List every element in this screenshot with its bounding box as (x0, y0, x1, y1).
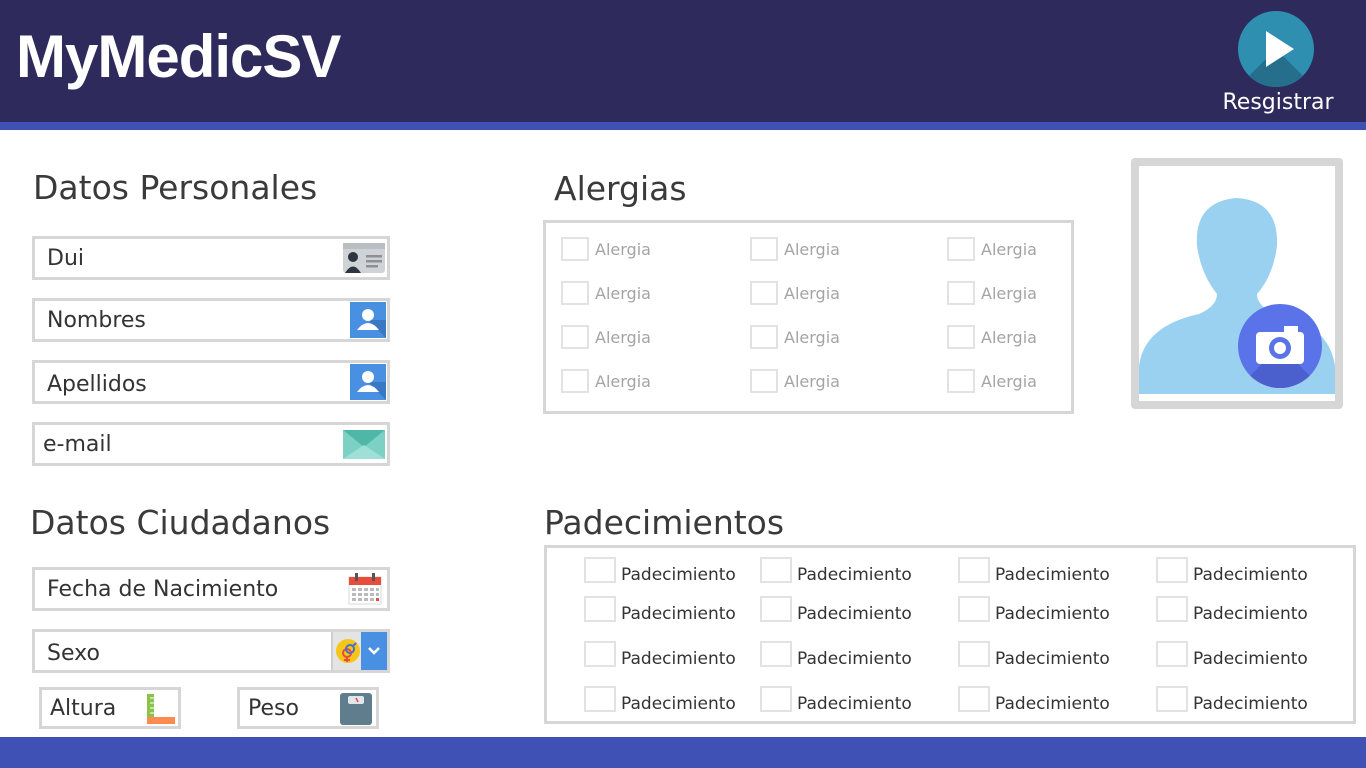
sex-select[interactable]: Sexo (32, 629, 390, 673)
allergy-label: Alergia (981, 284, 1037, 303)
condition-checkbox[interactable] (1156, 686, 1188, 712)
chevron-down-icon[interactable] (361, 632, 387, 670)
condition-checkbox[interactable] (958, 641, 990, 667)
condition-label: Padecimiento (621, 694, 736, 714)
allergy-checkbox[interactable] (561, 369, 589, 393)
play-icon[interactable] (1238, 11, 1314, 87)
email-label: e-mail (43, 432, 112, 457)
camera-icon (1256, 326, 1304, 364)
allergy-checkbox[interactable] (750, 369, 778, 393)
email-field[interactable]: e-mail (32, 422, 390, 466)
condition-checkbox[interactable] (584, 686, 616, 712)
app-header: MyMedicSV Resgistrar (0, 0, 1366, 122)
weight-label: Peso (248, 696, 299, 721)
condition-checkbox[interactable] (958, 557, 990, 583)
allergy-label: Alergia (981, 240, 1037, 259)
envelope-icon (343, 430, 385, 459)
register-label: Resgistrar (1222, 90, 1334, 115)
register-button[interactable]: Resgistrar (1218, 10, 1338, 122)
allergy-checkbox[interactable] (947, 237, 975, 261)
ruler-icon (147, 694, 175, 724)
surnames-label: Apellidos (47, 372, 147, 397)
birthdate-label: Fecha de Nacimiento (47, 577, 279, 602)
allergy-label: Alergia (784, 284, 840, 303)
condition-label: Padecimiento (1193, 604, 1308, 624)
condition-checkbox[interactable] (584, 557, 616, 583)
allergy-checkbox[interactable] (947, 281, 975, 305)
condition-label: Padecimiento (797, 649, 912, 669)
height-label: Altura (50, 696, 117, 721)
condition-checkbox[interactable] (760, 557, 792, 583)
allergy-checkbox[interactable] (561, 237, 589, 261)
height-field[interactable]: Altura (39, 687, 181, 729)
condition-label: Padecimiento (621, 649, 736, 669)
allergy-label: Alergia (595, 240, 651, 259)
condition-label: Padecimiento (621, 565, 736, 585)
condition-checkbox[interactable] (958, 596, 990, 622)
condition-checkbox[interactable] (584, 641, 616, 667)
condition-checkbox[interactable] (1156, 596, 1188, 622)
allergy-label: Alergia (784, 328, 840, 347)
condition-label: Padecimiento (797, 694, 912, 714)
camera-button[interactable] (1238, 304, 1322, 388)
gender-icon-frame (331, 632, 361, 670)
condition-label: Padecimiento (995, 604, 1110, 624)
names-field[interactable]: Nombres (32, 298, 390, 342)
allergy-checkbox[interactable] (750, 281, 778, 305)
allergy-checkbox[interactable] (561, 281, 589, 305)
header-stripe (0, 122, 1366, 130)
user-icon (350, 364, 386, 400)
condition-label: Padecimiento (995, 694, 1110, 714)
dui-field[interactable]: Dui (32, 236, 390, 280)
allergy-checkbox[interactable] (750, 325, 778, 349)
condition-checkbox[interactable] (1156, 641, 1188, 667)
user-icon (350, 302, 386, 338)
names-label: Nombres (47, 308, 146, 333)
condition-label: Padecimiento (1193, 565, 1308, 585)
profile-photo[interactable] (1131, 158, 1343, 409)
sex-label: Sexo (47, 641, 100, 666)
birthdate-field[interactable]: Fecha de Nacimiento (32, 567, 390, 611)
condition-label: Padecimiento (1193, 649, 1308, 669)
surnames-field[interactable]: Apellidos (32, 360, 390, 404)
condition-label: Padecimiento (995, 649, 1110, 669)
condition-label: Padecimiento (797, 604, 912, 624)
condition-checkbox[interactable] (1156, 557, 1188, 583)
allergy-label: Alergia (784, 240, 840, 259)
condition-label: Padecimiento (797, 565, 912, 585)
allergy-label: Alergia (784, 372, 840, 391)
section-title-personal: Datos Personales (33, 168, 318, 207)
dui-label: Dui (47, 246, 84, 271)
condition-label: Padecimiento (621, 604, 736, 624)
section-title-citizen: Datos Ciudadanos (30, 503, 331, 542)
allergy-label: Alergia (595, 284, 651, 303)
condition-checkbox[interactable] (760, 641, 792, 667)
allergy-label: Alergia (595, 328, 651, 347)
condition-checkbox[interactable] (760, 596, 792, 622)
allergy-checkbox[interactable] (561, 325, 589, 349)
condition-checkbox[interactable] (584, 596, 616, 622)
weight-field[interactable]: Peso (237, 687, 379, 729)
footer-bar (0, 737, 1366, 768)
condition-checkbox[interactable] (760, 686, 792, 712)
condition-label: Padecimiento (995, 565, 1110, 585)
condition-checkbox[interactable] (958, 686, 990, 712)
gender-icon (336, 639, 360, 663)
condition-label: Padecimiento (1193, 694, 1308, 714)
allergy-label: Alergia (595, 372, 651, 391)
allergy-checkbox[interactable] (947, 369, 975, 393)
allergy-label: Alergia (981, 328, 1037, 347)
id-card-icon (343, 243, 385, 273)
section-title-conditions: Padecimientos (544, 503, 785, 542)
app-title: MyMedicSV (16, 23, 341, 90)
allergy-checkbox[interactable] (750, 237, 778, 261)
section-title-allergies: Alergias (554, 169, 687, 208)
scale-icon (340, 693, 372, 725)
allergy-checkbox[interactable] (947, 325, 975, 349)
calendar-icon (348, 573, 382, 605)
allergy-label: Alergia (981, 372, 1037, 391)
